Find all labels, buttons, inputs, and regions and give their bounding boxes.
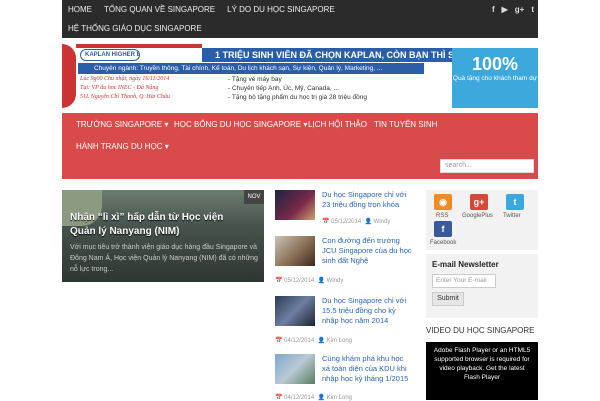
top-nav-overview[interactable]: TỔNG QUAN VỀ SINGAPORE xyxy=(98,0,221,19)
top-bar: HOME TỔNG QUAN VỀ SINGAPORE LÝ DO DU HỌC… xyxy=(62,0,538,38)
featured-excerpt: Với mục tiêu trở thành viện giáo dục hàn… xyxy=(70,244,258,273)
youtube-icon[interactable]: ▶ xyxy=(502,5,508,14)
nav-seminar-schedule[interactable]: LỊCH HỘI THẢO xyxy=(308,115,367,135)
nav-admissions-news[interactable]: TIN TUYỂN SINH xyxy=(374,115,437,135)
kaplan-logo: KAPLAN HIGHER EDUCATION xyxy=(80,49,140,61)
post-meta: 📅 04/12/2014 👤 Kim Long xyxy=(275,338,353,344)
newsletter-title: E-mail Newsletter xyxy=(432,260,499,269)
banner-gift-1: - Tặng vé máy bay xyxy=(228,76,282,83)
nav-schools-singapore[interactable]: TRƯỜNG SINGAPORE ▾ xyxy=(76,115,168,135)
banner-event-address: 51L Nguyễn Chí Thanh, Q. Hải Châu xyxy=(80,94,170,100)
video-player[interactable]: Adobe Flash Player or an HTML5 supported… xyxy=(426,342,538,400)
post-title[interactable]: Du học Singapore chỉ với 23 triệu đồng t… xyxy=(322,190,412,210)
banner-promo-percent: 100% xyxy=(471,54,519,74)
post-title[interactable]: Cùng khám phá khu học xá toàn diện của K… xyxy=(322,354,412,384)
newsletter-submit-button[interactable]: Submit xyxy=(432,292,464,306)
social-widget: ◉ RSS g+ GooglePlus t Twitter f Facebook xyxy=(426,190,538,250)
top-social-icons: f ▶ g+ t xyxy=(492,0,534,19)
newsletter-widget: E-mail Newsletter Enter Your E-mail Subm… xyxy=(426,254,538,318)
post-thumbnail[interactable] xyxy=(275,296,315,326)
facebook-icon[interactable]: f xyxy=(492,5,495,14)
rss-icon[interactable]: ◉ xyxy=(434,194,452,210)
google-plus-icon[interactable]: g+ xyxy=(470,194,488,210)
banner-promo-box: 100% Quà tặng cho khách tham dự xyxy=(452,48,538,108)
google-plus-icon[interactable]: g+ xyxy=(515,5,525,14)
google-plus-label: GooglePlus xyxy=(462,213,494,219)
nav-study-abroad-prep[interactable]: HÀNH TRANG DU HỌC ▾ xyxy=(76,137,169,157)
banner-gift-2: - Chuyên tiếp Anh, Úc, Mỹ, Canada, ... xyxy=(228,85,339,92)
banner-promo-text: Quà tặng cho khách tham dự xyxy=(452,75,538,82)
post-date: 05/12/2014 xyxy=(284,278,315,284)
post-meta: 📅 05/12/2014 👤 Windy xyxy=(322,219,391,225)
banner-headline: 1 TRIỆU SINH VIÊN ĐÃ CHỌN KAPLAN, CÒN BẠ… xyxy=(215,50,485,60)
twitter-label: Twitter xyxy=(503,213,521,219)
top-nav-row: HOME TỔNG QUAN VỀ SINGAPORE LÝ DO DU HỌC… xyxy=(62,0,341,19)
banner-event-place: Tại: VP du học INEC - Đà Nẵng xyxy=(80,85,159,91)
top-nav-reasons[interactable]: LÝ DO DU HỌC SINGAPORE xyxy=(221,0,341,19)
rss-label: RSS xyxy=(436,213,449,219)
post-thumbnail[interactable] xyxy=(275,354,315,384)
post-meta: 📅 05/12/2014 👤 Windy xyxy=(275,278,344,284)
post-author: Windy xyxy=(326,278,344,284)
post-thumbnail[interactable] xyxy=(275,190,315,220)
top-nav-education-system[interactable]: HỆ THỐNG GIÁO DỤC SINGAPORE xyxy=(62,19,208,38)
twitter-icon[interactable]: t xyxy=(506,194,524,210)
featured-date-badge: NOV xyxy=(244,190,264,204)
nav-scholarships[interactable]: HỌC BỔNG DU HỌC SINGAPORE ▾ xyxy=(174,115,307,135)
post-title[interactable]: Du học Singapore chỉ với 15.5 triệu đồng… xyxy=(322,296,412,326)
post-thumbnail[interactable] xyxy=(275,236,315,266)
video-widget-title: VIDEO DU HỌC SINGAPORE xyxy=(426,326,535,335)
facebook-icon[interactable]: f xyxy=(434,221,452,237)
top-nav-home[interactable]: HOME xyxy=(62,0,98,19)
facebook-label: Facebook xyxy=(430,240,457,246)
post-author: Kim Long xyxy=(326,338,353,344)
featured-slider[interactable]: Nhận “lì xì” hấp dẫn từ Học viện Quản lý… xyxy=(62,190,264,282)
kaplan-banner[interactable]: 1 TRIỆU SINH VIÊN ĐÃ CHỌN KAPLAN, CÒN BẠ… xyxy=(62,44,538,108)
main-nav: TRƯỜNG SINGAPORE ▾ HỌC BỔNG DU HỌC SINGA… xyxy=(62,113,538,179)
post-date: 04/12/2014 xyxy=(284,338,315,344)
featured-title[interactable]: Nhận “lì xì” hấp dẫn từ Học viện Quản lý… xyxy=(70,211,238,239)
post-author: Windy xyxy=(373,219,391,225)
search-input[interactable]: search... xyxy=(440,159,534,173)
post-date: 05/12/2014 xyxy=(331,219,362,225)
banner-logo-shape xyxy=(62,44,76,108)
post-date: 04/12/2014 xyxy=(284,395,315,401)
post-author: Kim Long xyxy=(326,395,353,401)
banner-stripe xyxy=(76,44,202,48)
banner-gift-3: - Tặng bộ tặng phẩm du học trị giá 28 tr… xyxy=(228,94,368,101)
banner-event-time: Lúc 9g00 Chủ nhật, ngày 16/11/2014 xyxy=(80,76,170,82)
post-title[interactable]: Con đường đến trường JCU Singapore của d… xyxy=(322,236,412,266)
banner-majors: Chuyên ngành: Truyền thông, Tài chính, K… xyxy=(94,65,383,72)
twitter-icon[interactable]: t xyxy=(531,5,534,14)
newsletter-email-input[interactable]: Enter Your E-mail xyxy=(432,274,496,288)
top-nav-row-2: HỆ THỐNG GIÁO DỤC SINGAPORE xyxy=(62,19,208,38)
